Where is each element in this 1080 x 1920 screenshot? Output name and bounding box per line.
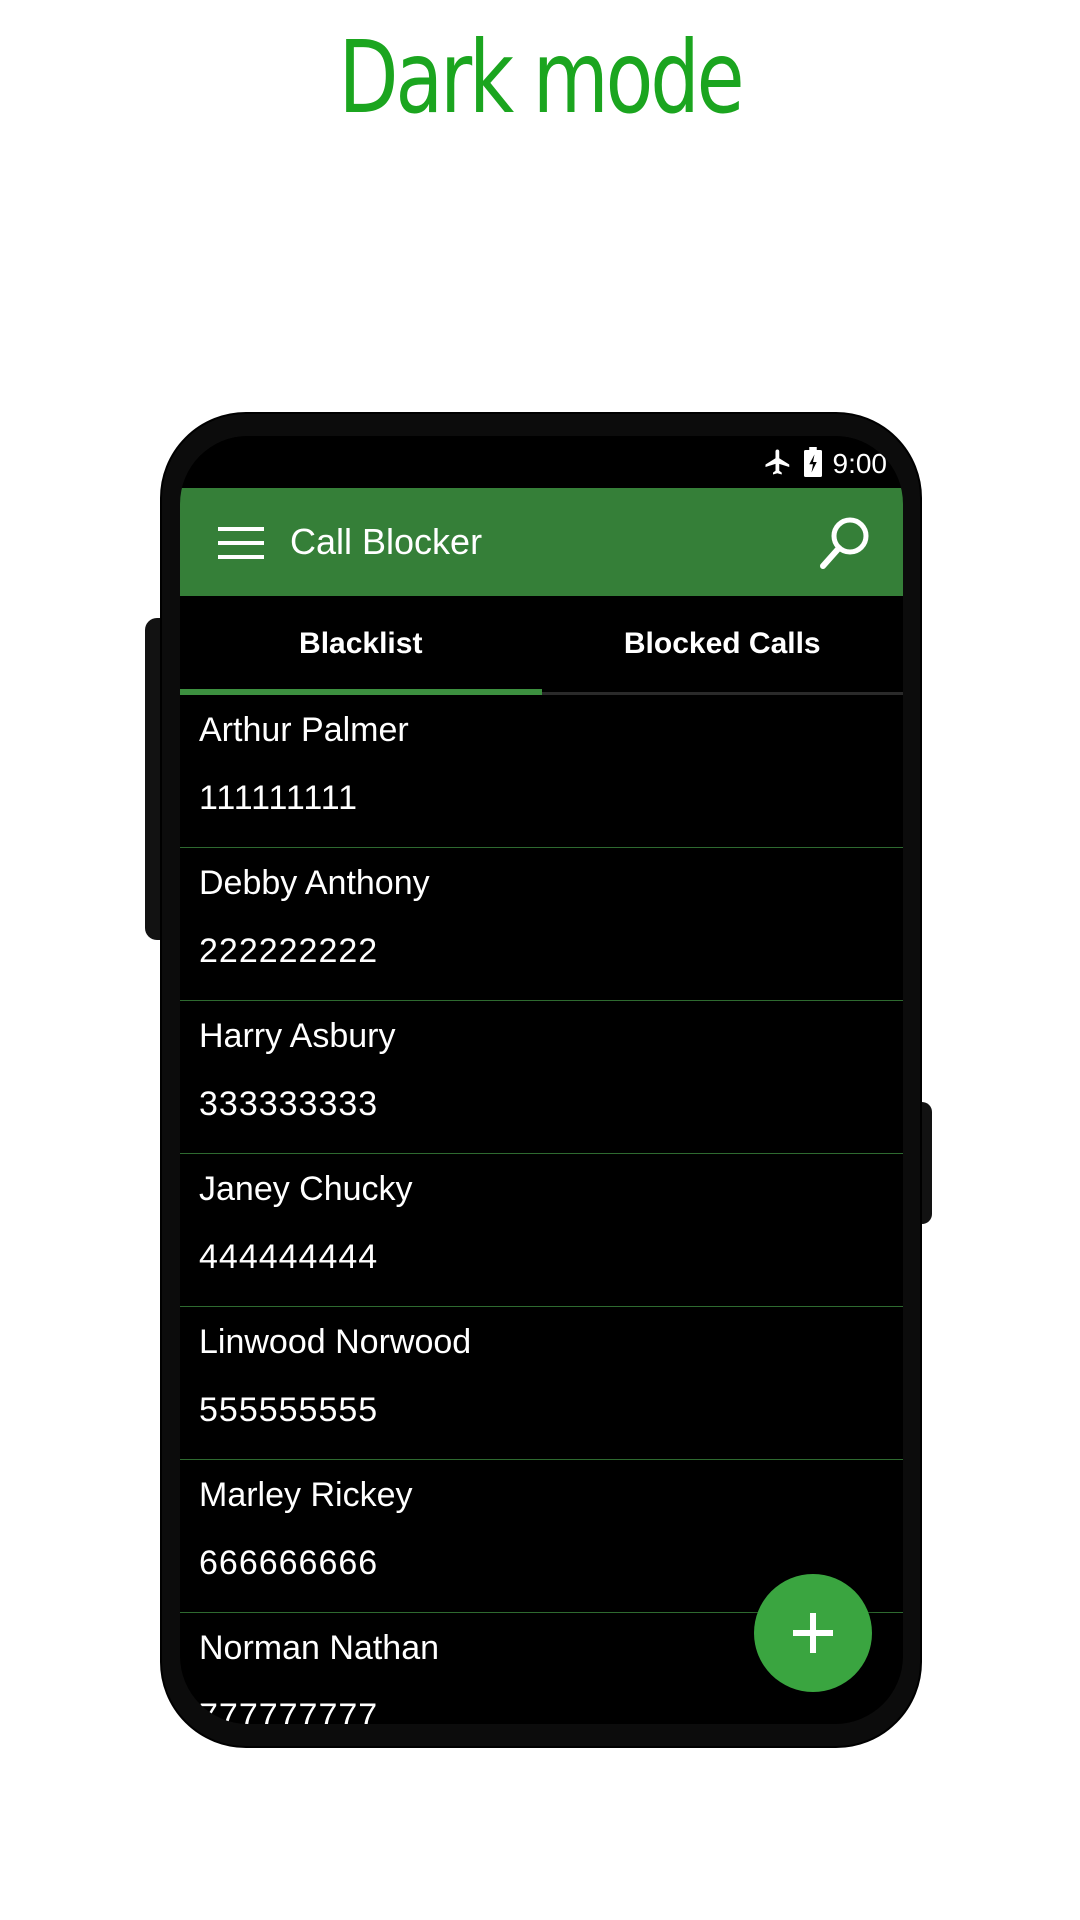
contact-name: Debby Anthony [199,864,430,902]
contact-number: 222222222 [199,932,379,970]
contact-number: 777777777 [199,1697,379,1724]
airplane-icon [763,447,793,482]
app-title: Call Blocker [290,521,483,562]
add-number-button[interactable] [754,1574,872,1692]
battery-charging-icon [803,446,823,482]
contact-name: Harry Asbury [199,1017,396,1055]
contact-number: 666666666 [199,1544,379,1582]
plus-icon [793,1613,833,1653]
promo-headline: Dark mode [338,19,744,136]
contact-name: Linwood Norwood [199,1323,472,1361]
tab-blacklist[interactable]: Blacklist [180,596,542,695]
contact-number: 555555555 [199,1391,379,1429]
list-item[interactable]: Harry Asbury 333333333 [180,1001,903,1154]
phone-screen: 9:00 Call Blocker Blacklist Blocked Call… [180,436,903,1724]
promo-page: Dark mode 9:00 Call Blocker Blacklist Bl… [0,0,1080,1920]
status-bar: 9:00 [180,436,903,488]
tab-blocked-calls[interactable]: Blocked Calls [542,596,904,692]
contact-name: Janey Chucky [199,1170,413,1208]
app-bar: Call Blocker [180,488,903,596]
list-item[interactable]: Arthur Palmer 111111111 [180,695,903,848]
blacklist-list: Arthur Palmer 111111111 Debby Anthony 22… [180,695,903,1724]
list-item[interactable]: Debby Anthony 222222222 [180,848,903,1001]
menu-icon[interactable] [218,526,264,560]
list-item[interactable]: Linwood Norwood 555555555 [180,1307,903,1460]
contact-name: Marley Rickey [199,1476,413,1514]
contact-number: 444444444 [199,1238,379,1276]
search-icon[interactable] [817,514,873,570]
list-item[interactable]: Janey Chucky 444444444 [180,1154,903,1307]
contact-number: 111111111 [199,779,358,817]
contact-number: 333333333 [199,1085,379,1123]
contact-name: Arthur Palmer [199,711,409,749]
tab-bar: Blacklist Blocked Calls [180,596,903,695]
contact-name: Norman Nathan [199,1629,440,1667]
status-time: 9:00 [832,448,888,479]
